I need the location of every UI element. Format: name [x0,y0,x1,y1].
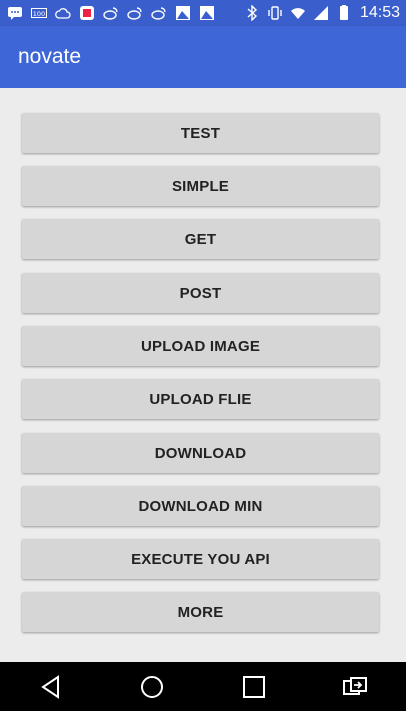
get-button[interactable]: GET [22,219,379,259]
navigation-bar [0,662,406,711]
bluetooth-icon [243,5,261,21]
home-button[interactable] [132,667,172,707]
simple-button[interactable]: SIMPLE [22,166,379,206]
weibo-icon [126,5,144,21]
svg-text:100: 100 [33,10,45,18]
download-button[interactable]: DOWNLOAD [22,433,379,473]
app-icon [78,5,96,21]
recents-icon [242,675,265,698]
app-bar: novate [0,26,406,88]
app-title: novate [18,45,82,68]
back-button[interactable] [31,667,71,707]
execute-you-api-button[interactable]: EXECUTE YOU API [22,539,379,579]
image-icon [174,5,192,21]
status-bar: 100 14:53 [0,0,406,26]
weibo-icon [150,5,168,21]
signal-icon [312,5,330,21]
message-icon [6,5,24,21]
clock: 14:53 [359,4,400,21]
image-icon [198,5,216,21]
test-button[interactable]: TEST [22,113,379,153]
wifi-icon [289,5,307,21]
upload-image-button[interactable]: UPLOAD IMAGE [22,326,379,366]
button-list: TEST SIMPLE GET POST UPLOAD IMAGE UPLOAD… [0,88,406,662]
battery-icon [335,5,353,21]
upload-file-button[interactable]: UPLOAD FLIE [22,379,379,419]
screen-share-icon [343,676,368,695]
screen-share-button[interactable] [335,667,375,707]
back-icon [40,674,59,699]
download-min-button[interactable]: DOWNLOAD MIN [22,486,379,526]
recents-button[interactable] [234,667,274,707]
cloud-icon [54,5,72,21]
vibrate-icon [266,5,284,21]
battery-100-icon: 100 [30,5,48,21]
system-icons: 14:53 [243,4,400,22]
notification-icons: 100 [6,5,216,21]
weibo-icon [102,5,120,21]
post-button[interactable]: POST [22,273,379,313]
home-icon [141,675,164,698]
more-button[interactable]: MORE [22,592,379,632]
